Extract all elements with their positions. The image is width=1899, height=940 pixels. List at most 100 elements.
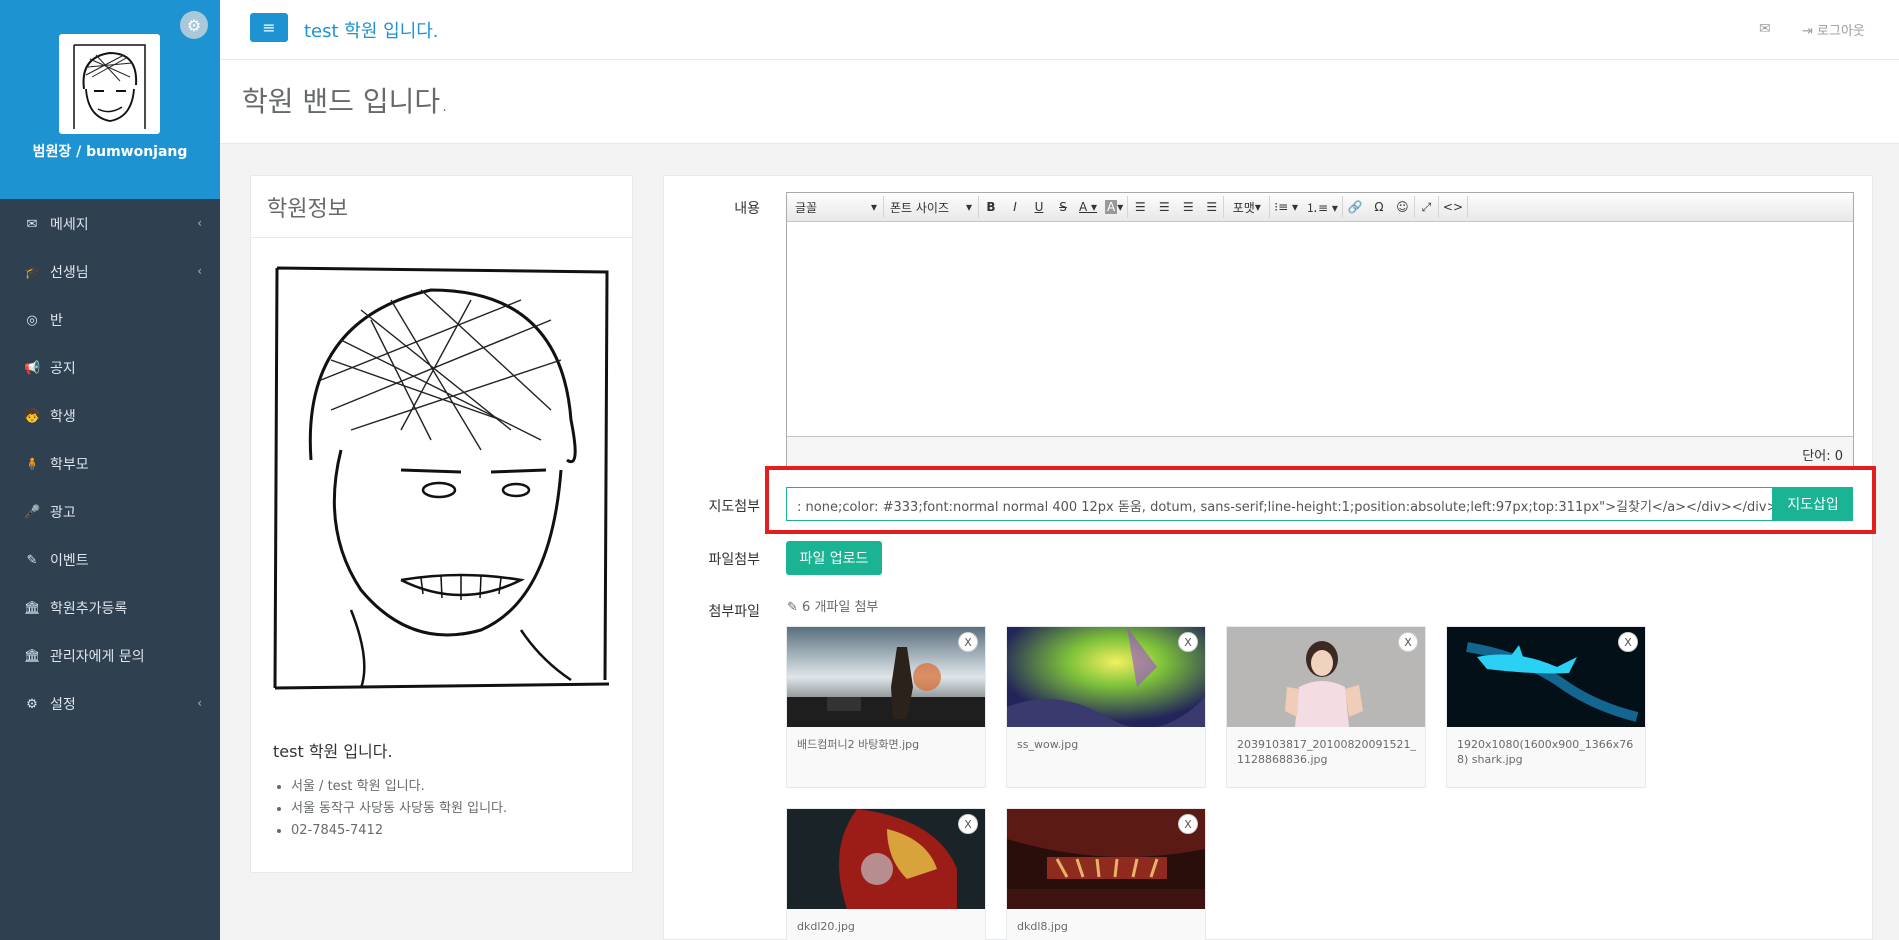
sidebar-item-class[interactable]: ◎ 반	[0, 296, 220, 344]
map-insert-button[interactable]: 지도삽입	[1773, 487, 1853, 521]
format-value: 포맷	[1232, 200, 1255, 215]
file-card[interactable]: X 1920x1080(1600x900_1366x768) shark.jpg	[1446, 626, 1646, 788]
shark-thumbnail	[1447, 627, 1645, 727]
post-form-panel: 내용 글꼴 ▾ 폰트 사이즈 ▾ B I U S A ▾ A ▾ ☰ ☰ ☰ ☰ 포…	[663, 175, 1876, 940]
envelope-icon[interactable]: ✉	[1759, 21, 1771, 37]
font-family-select[interactable]: 글꼴 ▾	[789, 196, 884, 218]
logout-link[interactable]: ⇥ 로그아웃	[1802, 20, 1865, 39]
sidebar-item-contact-admin[interactable]: 🏛 관리자에게 문의	[0, 632, 220, 680]
chevron-left-icon: ‹	[197, 216, 202, 230]
source-code-icon[interactable]: <>	[1439, 196, 1469, 218]
avatar[interactable]	[59, 34, 160, 134]
font-family-value: 글꼴	[795, 200, 818, 215]
sidebar-item-parent[interactable]: 🧍 학부모	[0, 440, 220, 488]
male-icon: 🧍	[24, 456, 41, 472]
link-icon[interactable]: 🔗	[1343, 196, 1367, 218]
sidebar-item-ad[interactable]: 🎤 광고	[0, 488, 220, 536]
italic-icon[interactable]: I	[1003, 196, 1027, 218]
word-count: 단어: 0	[1802, 449, 1843, 464]
background-color-icon[interactable]: A ▾	[1101, 196, 1129, 218]
text-color-icon[interactable]: A ▾	[1075, 196, 1101, 218]
bold-icon[interactable]: B	[979, 196, 1003, 218]
file-name: dkdl20.jpg	[797, 920, 855, 933]
font-size-select[interactable]: 폰트 사이즈 ▾	[884, 196, 979, 218]
sidebar-item-notice[interactable]: 📢 공지	[0, 344, 220, 392]
file-name: 2039103817_20100820091521_1128868836.jpg	[1237, 738, 1416, 766]
page-title: 학원 밴드 입니다.	[242, 85, 450, 118]
file-card[interactable]: X ss_wow.jpg	[1006, 626, 1206, 788]
sidebar-item-label: 이벤트	[50, 553, 89, 569]
map-attach-label: 지도첨부	[708, 499, 760, 515]
bullet-list-icon[interactable]: ⁝≡ ▾	[1270, 196, 1302, 218]
paperclip-icon: ✎	[787, 600, 798, 615]
ironman-thumbnail	[787, 809, 985, 909]
settings-gear-icon[interactable]: ⚙	[180, 11, 208, 39]
caret-down-icon: ▾	[965, 200, 972, 214]
child-icon: 🧒	[24, 408, 41, 424]
logout-label: 로그아웃	[1817, 24, 1865, 39]
remove-file-button[interactable]: X	[958, 632, 978, 652]
sidebar-item-label: 학부모	[50, 457, 89, 473]
sidebar-item-message[interactable]: ✉ 메세지 ‹	[0, 200, 220, 248]
magic-wand-icon: ✎	[26, 552, 38, 568]
graduation-cap-icon: 🎓	[24, 264, 41, 280]
font-size-value: 폰트 사이즈	[890, 200, 950, 215]
map-embed-input[interactable]: : none;color: #333;font:normal normal 40…	[786, 487, 1773, 521]
remove-file-button[interactable]: X	[1178, 814, 1198, 834]
file-upload-button[interactable]: 파일 업로드	[786, 541, 882, 575]
ironman3-thumbnail	[1007, 809, 1205, 909]
menu-toggle-button[interactable]: ≡	[250, 13, 288, 42]
sidebar-item-label: 학생	[50, 409, 76, 425]
attached-count-text: 6 개파일 첨부	[802, 600, 879, 615]
top-navbar: ≡ test 학원 입니다. ✉ ⇥ 로그아웃	[220, 0, 1899, 60]
sidebar-item-label: 광고	[50, 505, 76, 521]
bank-icon: 🏛	[24, 648, 41, 664]
sidebar-item-student[interactable]: 🧒 학생	[0, 392, 220, 440]
sidebar-item-teacher[interactable]: 🎓 선생님 ‹	[0, 248, 220, 296]
content-label: 내용	[734, 201, 760, 217]
rich-text-editor: 글꼴 ▾ 폰트 사이즈 ▾ B I U S A ▾ A ▾ ☰ ☰ ☰ ☰ 포맷 ▾…	[786, 192, 1854, 470]
align-right-icon[interactable]: ☰	[1176, 196, 1200, 218]
strikethrough-icon[interactable]: S	[1051, 196, 1075, 218]
chevron-left-icon: ‹	[197, 696, 202, 710]
girl-thumbnail	[1227, 627, 1425, 727]
emoticon-icon[interactable]: ☺	[1391, 196, 1415, 218]
envelope-icon: ✉	[26, 216, 38, 232]
remove-file-button[interactable]: X	[1398, 632, 1418, 652]
sign-out-icon: ⇥	[1802, 24, 1813, 39]
sidebar-item-add-academy[interactable]: 🏛 학원추가등록	[0, 584, 220, 632]
file-name: ss_wow.jpg	[1017, 738, 1079, 751]
fullscreen-icon[interactable]: ⤢	[1415, 196, 1439, 218]
sidebar-item-label: 선생님	[50, 265, 89, 281]
sidebar-item-event[interactable]: ✎ 이벤트	[0, 536, 220, 584]
remove-file-button[interactable]: X	[1618, 632, 1638, 652]
file-card[interactable]: X dkdl8.jpg	[1006, 808, 1206, 940]
align-justify-icon[interactable]: ☰	[1200, 196, 1225, 218]
sidebar-item-label: 반	[50, 313, 63, 329]
align-left-icon[interactable]: ☰	[1128, 196, 1152, 218]
profile-header: ⚙ 범원장 / bumwonjang	[0, 0, 220, 199]
sidebar-item-settings[interactable]: ⚙ 설정 ‹	[0, 680, 220, 728]
align-center-icon[interactable]: ☰	[1152, 196, 1176, 218]
editor-toolbar: 글꼴 ▾ 폰트 사이즈 ▾ B I U S A ▾ A ▾ ☰ ☰ ☰ ☰ 포맷 ▾…	[787, 193, 1853, 222]
special-char-icon[interactable]: Ω	[1367, 196, 1391, 218]
editor-content-area[interactable]	[787, 222, 1853, 436]
profile-name[interactable]: 범원장 / bumwonjang	[0, 141, 220, 161]
attached-files-label: 첨부파일	[708, 604, 760, 620]
file-name: 1920x1080(1600x900_1366x768) shark.jpg	[1457, 738, 1634, 766]
file-card[interactable]: X 배드컴퍼니2 바탕화면.jpg	[786, 626, 986, 788]
file-card[interactable]: X dkdl20.jpg	[786, 808, 986, 940]
file-name: dkdl8.jpg	[1017, 920, 1068, 933]
academy-name: test 학원 입니다.	[273, 742, 393, 761]
sidebar-item-label: 공지	[50, 361, 76, 377]
numbered-list-icon[interactable]: ⒈≡ ▾	[1302, 196, 1343, 218]
file-card[interactable]: X 2039103817_20100820091521_1128868836.j…	[1226, 626, 1426, 788]
underline-icon[interactable]: U	[1027, 196, 1051, 218]
microphone-icon: 🎤	[24, 504, 41, 520]
format-select[interactable]: 포맷 ▾	[1224, 196, 1271, 218]
remove-file-button[interactable]: X	[1178, 632, 1198, 652]
remove-file-button[interactable]: X	[958, 814, 978, 834]
gear-icon: ⚙	[26, 696, 38, 712]
detail-address: 서울 동작구 사당동 사당동 학원 입니다.	[291, 798, 507, 820]
bullseye-icon: ◎	[26, 312, 38, 328]
